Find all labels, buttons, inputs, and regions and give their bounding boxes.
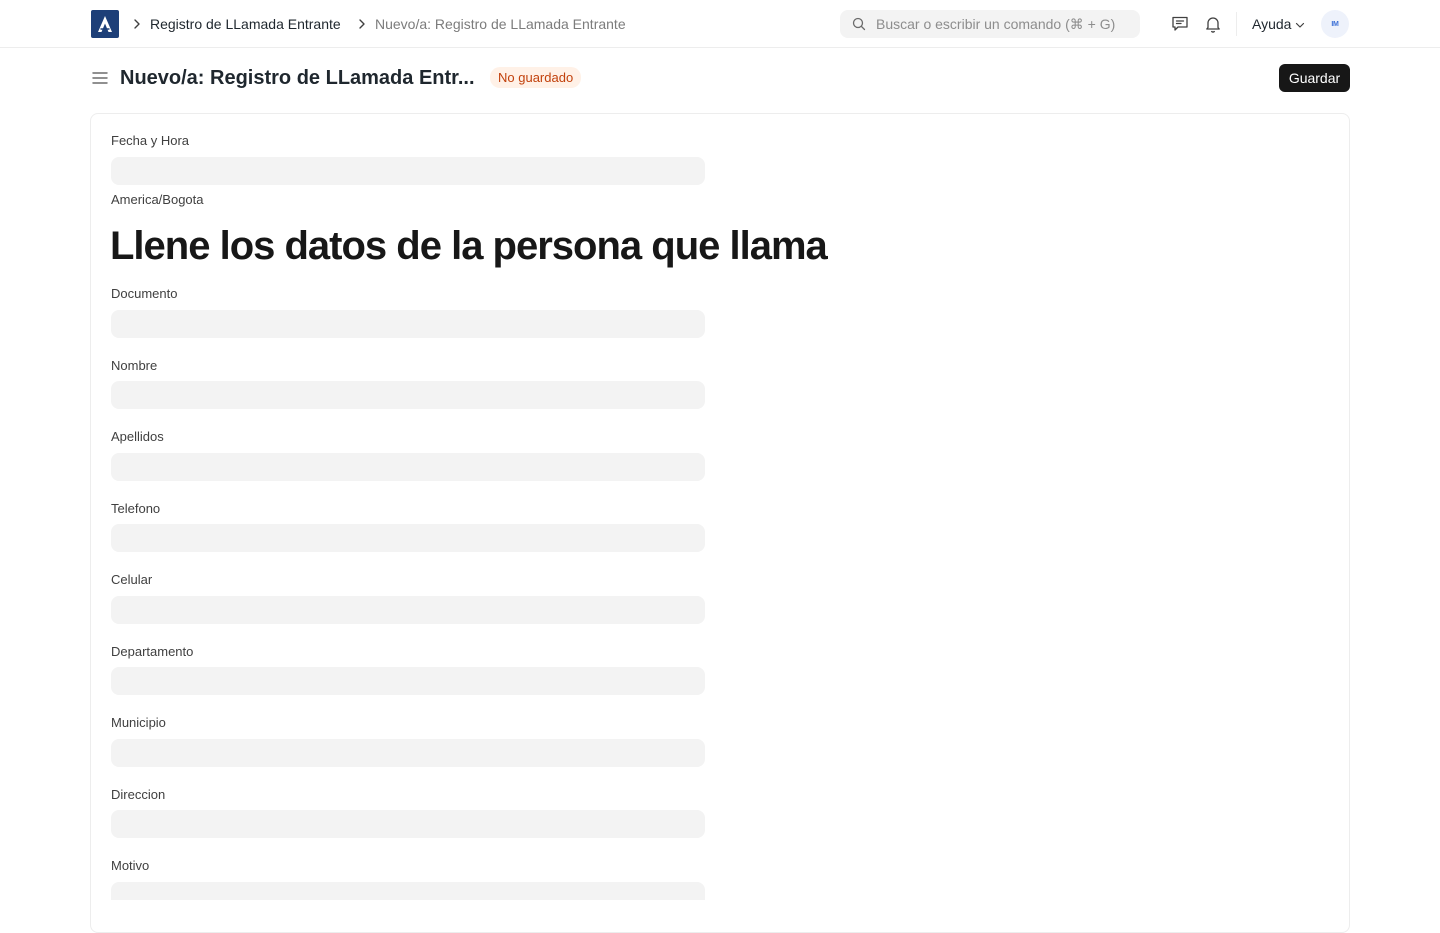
app-logo[interactable] — [91, 10, 119, 38]
departamento-field[interactable] — [111, 667, 705, 695]
field-label-apellidos: Apellidos — [111, 429, 164, 444]
sidebar-toggle-icon[interactable] — [91, 69, 109, 87]
status-badge: No guardado — [490, 67, 582, 88]
navbar-divider — [1236, 12, 1237, 36]
datetime-field[interactable] — [111, 157, 705, 185]
search-bar[interactable]: Buscar o escribir un comando (⌘ + G) — [840, 10, 1140, 38]
field-label-direccion: Direccion — [111, 787, 166, 802]
save-button[interactable]: Guardar — [1279, 64, 1350, 92]
breadcrumb-doctype[interactable]: Registro de LLamada Entrante — [150, 16, 341, 32]
breadcrumb-current[interactable]: Nuevo/a: Registro de LLamada Entrante — [375, 16, 626, 32]
direccion-field[interactable] — [111, 810, 705, 838]
field-label-departamento: Departamento — [111, 644, 194, 659]
chevron-down-icon[interactable] — [1294, 19, 1306, 31]
chevron-right-icon — [134, 19, 140, 29]
bell-icon[interactable] — [1203, 14, 1223, 34]
section-heading: Llene los datos de la persona que llama — [110, 224, 828, 268]
page-title: Nuevo/a: Registro de LLamada Entr... — [120, 67, 475, 89]
apellidos-field[interactable] — [111, 453, 705, 481]
field-label-fecha-hora: Fecha y Hora — [111, 133, 190, 148]
search-placeholder: Buscar o escribir un comando (⌘ + G) — [876, 16, 1116, 32]
celular-field[interactable] — [111, 596, 705, 624]
help-menu[interactable]: Ayuda — [1252, 16, 1291, 32]
documento-field[interactable] — [111, 310, 705, 338]
top-navbar: Registro de LLamada Entrante Nuevo/a: Re… — [0, 0, 1440, 48]
field-label-municipio: Municipio — [111, 715, 166, 730]
field-label-nombre: Nombre — [111, 358, 158, 373]
telefono-field[interactable] — [111, 524, 705, 552]
chevron-right-icon — [359, 19, 365, 29]
search-icon — [852, 17, 866, 31]
municipio-field[interactable] — [111, 739, 705, 767]
field-label-celular: Celular — [111, 572, 153, 587]
avatar[interactable]: IM — [1321, 10, 1349, 38]
nombre-field[interactable] — [111, 381, 705, 409]
motivo-field[interactable] — [111, 882, 705, 900]
field-label-motivo: Motivo — [111, 858, 150, 873]
chat-icon[interactable] — [1170, 14, 1190, 34]
timezone-note: America/Bogota — [111, 192, 204, 207]
field-label-documento: Documento — [111, 286, 178, 301]
field-label-telefono: Telefono — [111, 501, 161, 516]
